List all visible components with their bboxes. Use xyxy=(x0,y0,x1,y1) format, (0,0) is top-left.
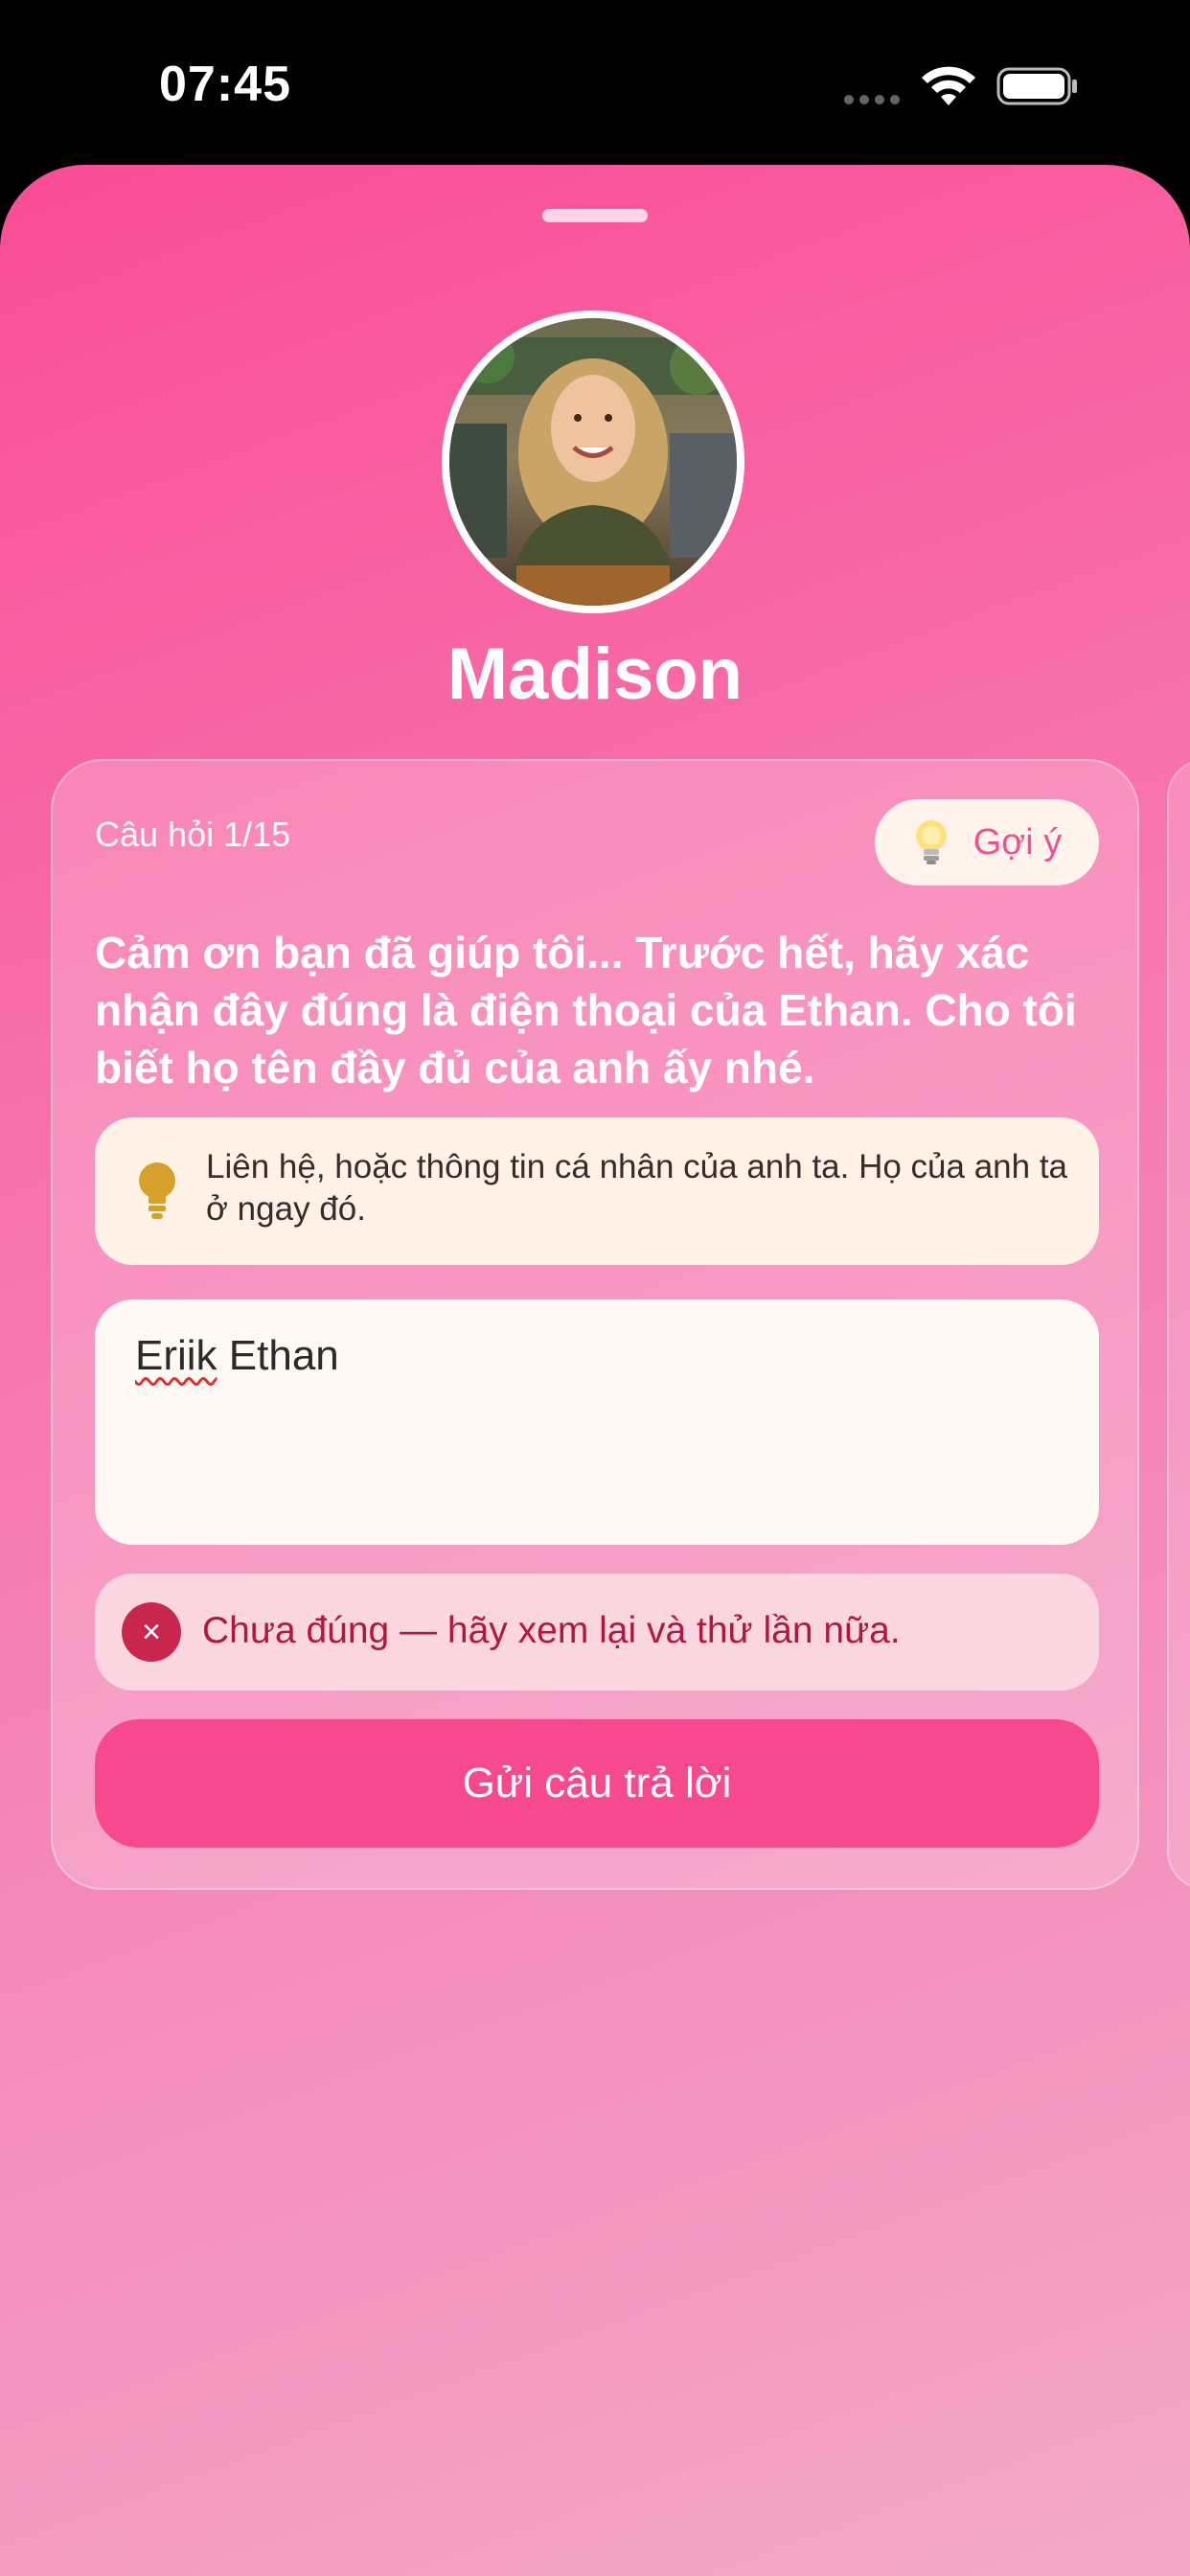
sheet-grabber[interactable] xyxy=(542,209,648,222)
status-bar: 07:45 xyxy=(0,0,1190,165)
error-banner: × Chưa đúng — hãy xem lại và thử lần nữa… xyxy=(95,1574,1099,1690)
battery-icon xyxy=(996,67,1077,105)
wifi-icon xyxy=(922,66,975,105)
error-x-icon: × xyxy=(122,1602,181,1662)
lightbulb-icon xyxy=(915,820,947,864)
error-message: Chưa đúng — hãy xem lại và thử lần nữa. xyxy=(202,1610,901,1651)
submit-answer-button[interactable]: Gửi câu trả lời xyxy=(95,1719,1099,1848)
question-counter: Câu hỏi 1/15 xyxy=(95,815,291,854)
profile-photo xyxy=(449,318,737,606)
question-card: Câu hỏi 1/15 Gợi ý Cảm ơn bạn đã giúp tô… xyxy=(51,759,1139,1890)
app-screen: 07:45 Madison Câu hỏi 1/15 Gợi ý Cảm ơn … xyxy=(0,0,1190,2576)
bottom-sheet: Madison Câu hỏi 1/15 Gợi ý Cảm ơn bạn đã… xyxy=(0,165,1190,2576)
hint-button[interactable]: Gợi ý xyxy=(875,799,1099,886)
hint-text: Liên hệ, hoặc thông tin cá nhân của anh … xyxy=(206,1148,1068,1228)
hint-box: Liên hệ, hoặc thông tin cá nhân của anh … xyxy=(95,1117,1099,1265)
lightbulb-icon xyxy=(139,1162,175,1219)
misspelled-word: Eriik xyxy=(135,1332,217,1379)
signal-dots-icon xyxy=(844,95,900,104)
hint-button-label: Gợi ý xyxy=(973,821,1063,862)
avatar xyxy=(442,310,744,613)
question-text: Cảm ơn bạn đã giúp tôi... Trước hết, hãy… xyxy=(95,928,1077,1092)
answer-text: Ethan xyxy=(217,1332,339,1379)
status-time: 07:45 xyxy=(159,57,291,112)
profile-name: Madison xyxy=(446,633,744,715)
next-card-peek[interactable] xyxy=(1167,759,1190,1890)
answer-input[interactable]: Eriik Ethan xyxy=(95,1300,1099,1545)
